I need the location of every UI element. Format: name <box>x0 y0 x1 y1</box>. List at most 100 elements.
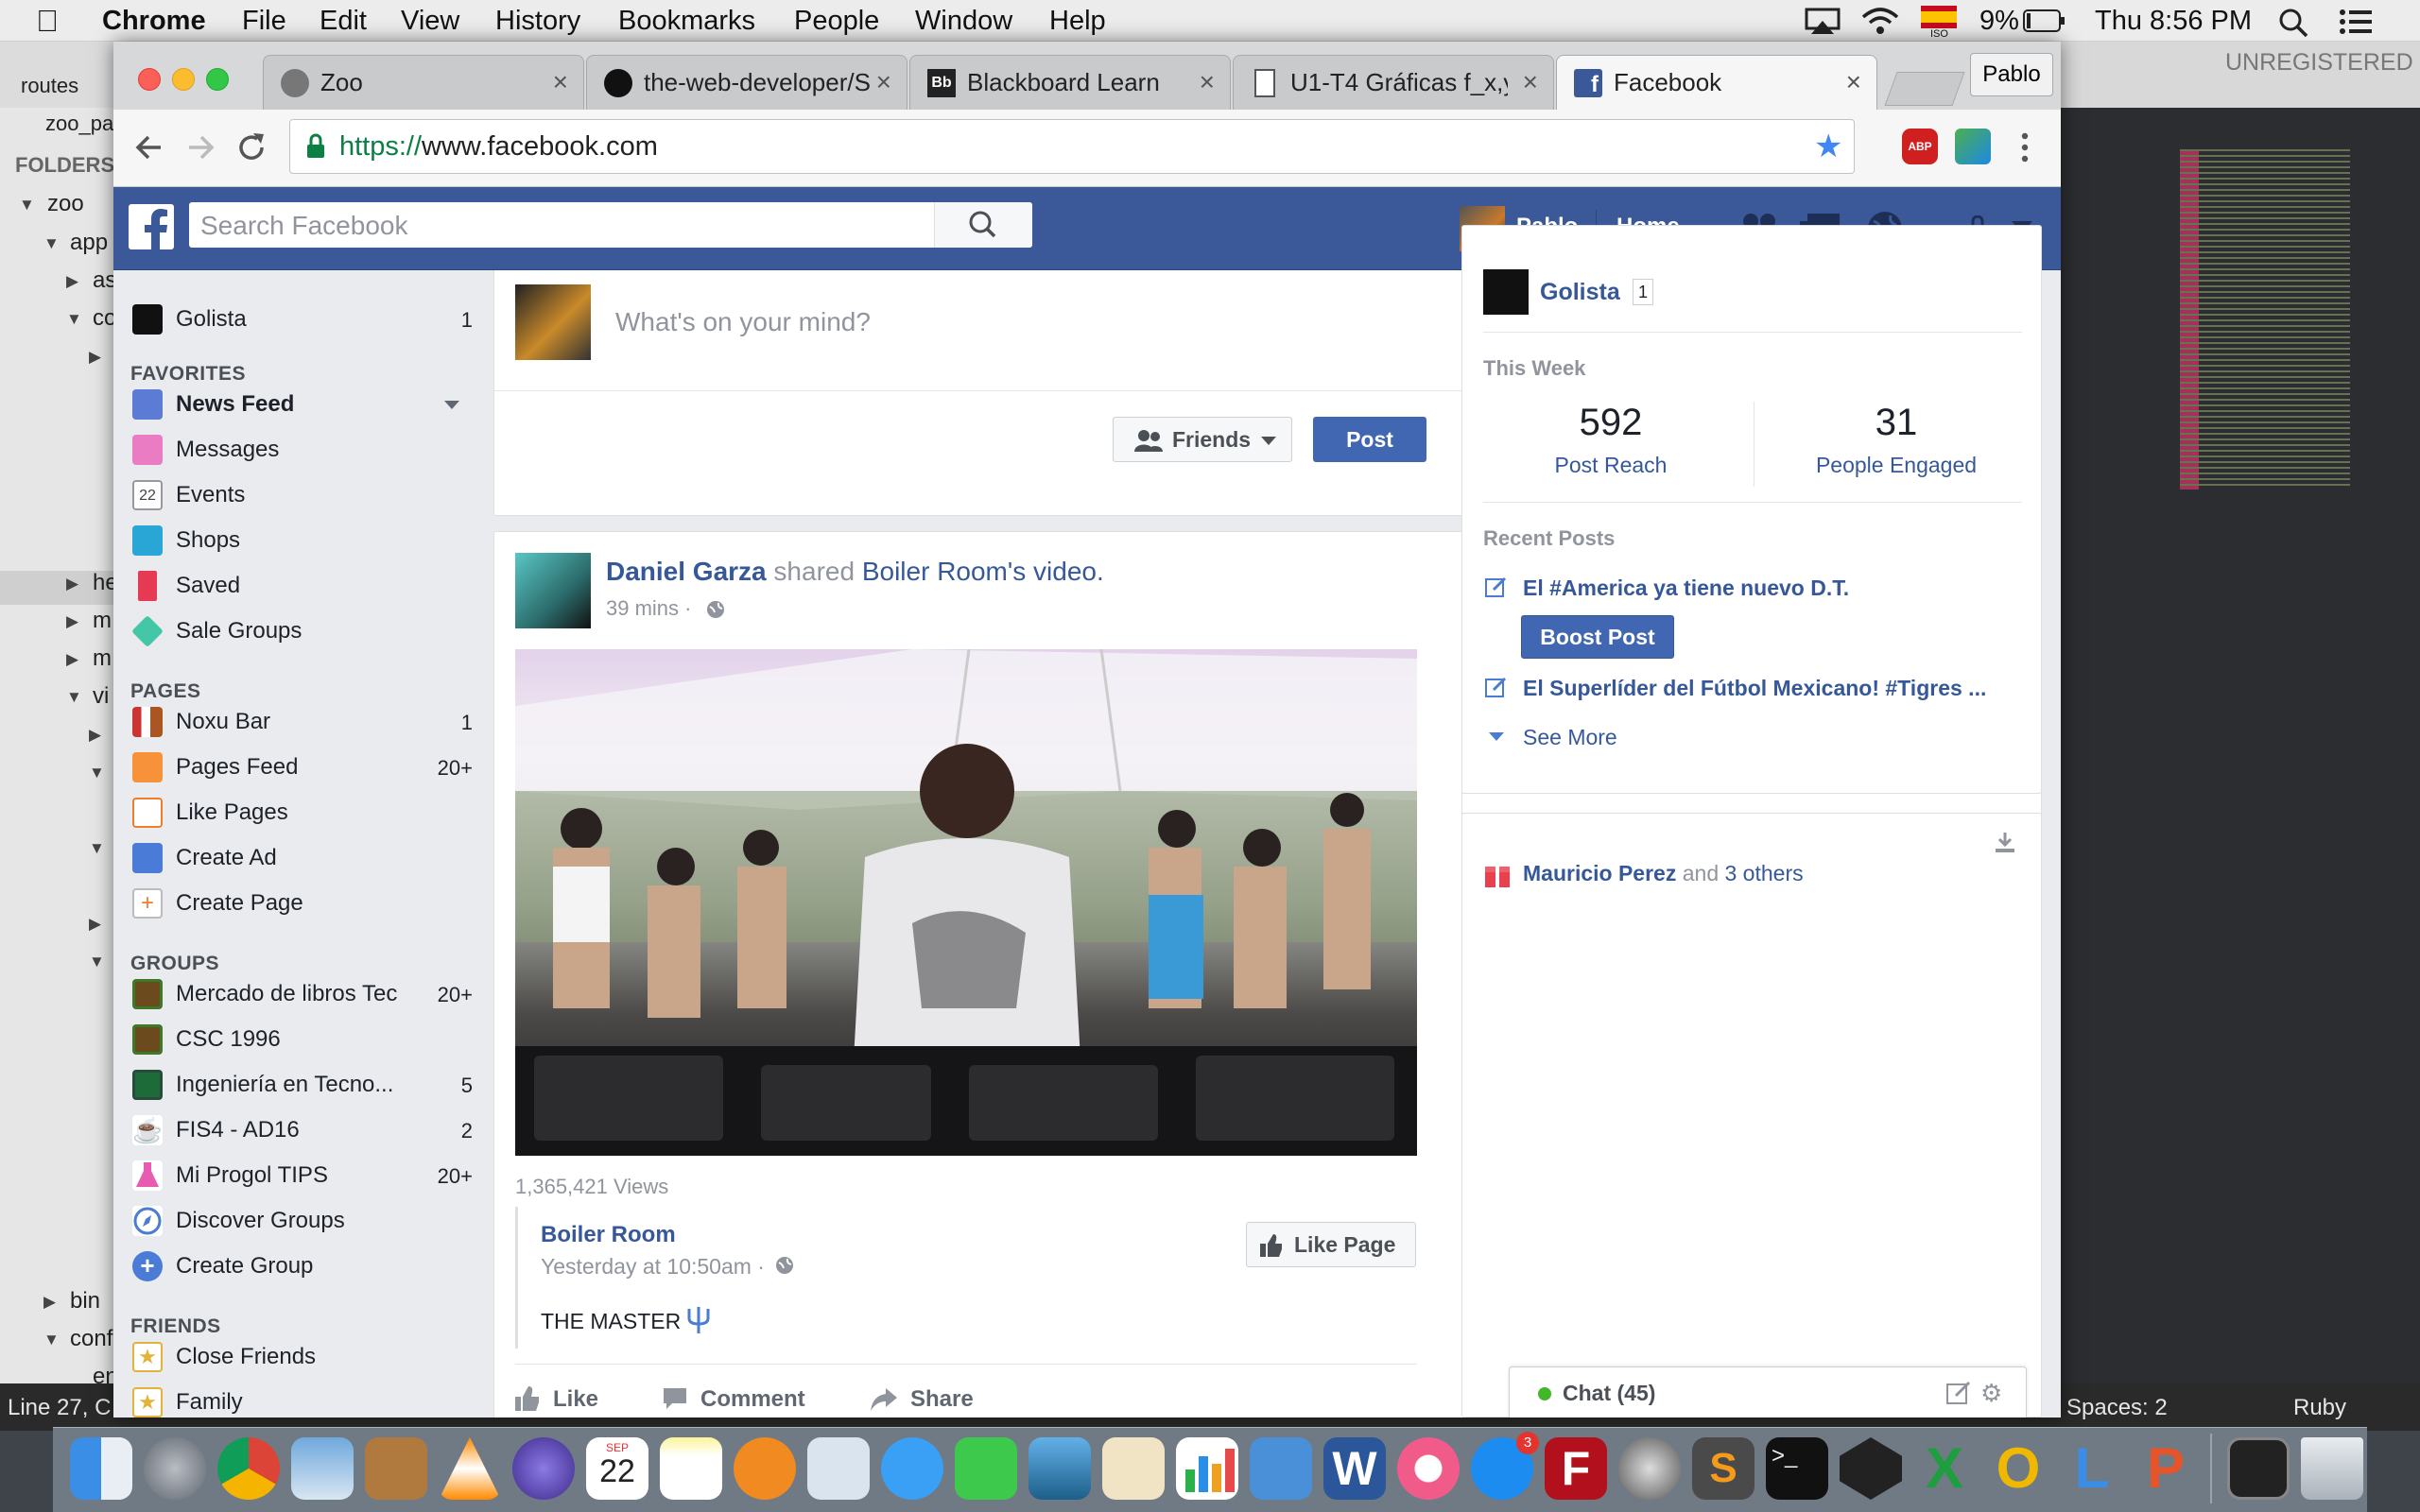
nav-close-friends[interactable]: Close Friends <box>176 1344 316 1370</box>
onenote-icon[interactable]: O <box>1987 1437 2049 1500</box>
nav-group[interactable]: Mercado de libros Tec <box>176 981 397 1007</box>
numbers-icon[interactable] <box>1176 1437 1238 1500</box>
close-tab-icon[interactable]: × <box>876 67 891 97</box>
notes-icon[interactable] <box>660 1437 722 1500</box>
nav-create-group[interactable]: Create Group <box>176 1253 313 1280</box>
minimized-window-icon[interactable] <box>2227 1437 2290 1500</box>
sublime-tab[interactable]: routes <box>21 74 78 98</box>
nav-create-page[interactable]: Create Page <box>176 890 303 917</box>
nav-group[interactable]: CSC 1996 <box>176 1026 281 1053</box>
trash-icon[interactable] <box>2301 1437 2363 1500</box>
tab-facebook[interactable]: f Facebook × <box>1556 55 1877 110</box>
chat-settings-gear-icon[interactable]: ⚙ <box>1980 1379 2002 1408</box>
chat-bar[interactable]: Chat (45) ⚙ <box>1509 1366 2027 1418</box>
post-button[interactable]: Post <box>1313 417 1426 462</box>
excel-icon[interactable]: X <box>1913 1437 1976 1500</box>
status-syntax[interactable]: Ruby <box>2293 1395 2346 1421</box>
search-button[interactable] <box>934 202 1032 248</box>
nav-saved[interactable]: Saved <box>176 573 240 599</box>
nav-group[interactable]: Mi Progol TIPS <box>176 1162 328 1189</box>
reload-icon[interactable] <box>234 130 268 164</box>
original-timestamp[interactable]: Yesterday at 10:50am · <box>541 1254 765 1280</box>
chrome-icon[interactable] <box>217 1437 280 1500</box>
calendar-icon[interactable]: SEP 22 <box>586 1437 648 1500</box>
mail-icon[interactable] <box>291 1437 354 1500</box>
nav-noxu-bar[interactable]: Noxu Bar <box>176 709 270 735</box>
address-bar[interactable]: https://www.facebook.com ★ <box>289 119 1855 174</box>
contacts-icon[interactable] <box>365 1437 427 1500</box>
tree-item[interactable]: conf <box>70 1326 112 1352</box>
tree-item[interactable]: m <box>93 645 112 672</box>
nav-sale-groups[interactable]: Sale Groups <box>176 618 302 644</box>
close-tab-icon[interactable]: × <box>1200 67 1215 97</box>
battery-icon[interactable] <box>2023 9 2066 32</box>
apple-icon[interactable]:  <box>36 4 59 38</box>
menu-bookmarks[interactable]: Bookmarks <box>618 4 755 38</box>
tree-item[interactable]: bin <box>70 1288 100 1314</box>
recent-post-link[interactable]: El Superlíder del Fútbol Mexicano! #Tigr… <box>1523 676 1986 701</box>
menu-edit[interactable]: Edit <box>320 4 367 38</box>
finder-icon[interactable] <box>70 1437 132 1500</box>
preview-icon[interactable] <box>807 1437 870 1500</box>
keynote-icon[interactable] <box>1250 1437 1312 1500</box>
tree-item[interactable]: vi <box>93 683 109 710</box>
photo-booth-icon[interactable] <box>1028 1437 1091 1500</box>
spotlight-icon[interactable] <box>2278 8 2308 38</box>
status-input[interactable]: What's on your mind? <box>615 307 871 337</box>
shared-page-link[interactable]: Boiler Room <box>862 557 1008 586</box>
insights-page-name[interactable]: Golista <box>1540 279 1620 306</box>
nav-pages-feed[interactable]: Pages Feed <box>176 754 298 781</box>
back-icon[interactable] <box>132 130 166 164</box>
close-tab-icon[interactable]: × <box>1846 67 1861 97</box>
tree-item[interactable]: app <box>70 230 108 256</box>
tab-document[interactable]: U1-T4 Gráficas f_x,y × <box>1233 55 1554 110</box>
nav-group[interactable]: Ingeniería en Tecno... <box>176 1072 393 1098</box>
zoom-window-button[interactable] <box>206 68 229 91</box>
tab-github[interactable]: the-web-developer/S × <box>586 55 908 110</box>
pages-icon[interactable] <box>1102 1437 1165 1500</box>
ibooks-icon[interactable] <box>734 1437 796 1500</box>
system-preferences-icon[interactable] <box>1618 1437 1681 1500</box>
nav-golista[interactable]: Golista <box>176 306 247 333</box>
search-input[interactable]: Search Facebook <box>200 211 407 241</box>
birthday-person-link[interactable]: Mauricio Perez <box>1523 861 1676 885</box>
tree-item[interactable]: m <box>93 608 112 634</box>
nav-events[interactable]: Events <box>176 482 245 508</box>
bookmark-star-icon[interactable]: ★ <box>1814 129 1842 163</box>
status-spaces[interactable]: Spaces: 2 <box>2066 1395 2168 1421</box>
battery-percent[interactable]: 9% <box>1979 4 2019 38</box>
news-feed-options-chevron-icon[interactable] <box>444 401 459 410</box>
see-more-link[interactable]: See More <box>1523 725 1617 750</box>
new-message-icon[interactable] <box>1946 1381 1971 1405</box>
menu-view[interactable]: View <box>401 4 459 38</box>
menu-app-name[interactable]: Chrome <box>102 4 206 38</box>
menu-history[interactable]: History <box>495 4 580 38</box>
filezilla-icon[interactable]: F <box>1545 1437 1607 1500</box>
like-page-button[interactable]: Like Page <box>1246 1222 1416 1267</box>
terminal-icon[interactable]: >_ <box>1766 1437 1828 1500</box>
nav-create-ad[interactable]: Create Ad <box>176 845 277 871</box>
story-timestamp[interactable]: 39 mins · <box>606 596 691 621</box>
video-link[interactable]: video. <box>1033 557 1104 586</box>
tab-zoo[interactable]: Zoo × <box>263 55 584 110</box>
app-store-icon[interactable]: 3 <box>1471 1432 1539 1500</box>
author-avatar[interactable] <box>515 553 591 628</box>
facebook-logo[interactable] <box>129 204 174 249</box>
chrome-menu-icon[interactable] <box>2019 130 2031 164</box>
people-engaged-link[interactable]: People Engaged <box>1769 453 2024 478</box>
itunes-icon[interactable] <box>1397 1437 1460 1500</box>
audience-selector[interactable]: Friends <box>1113 417 1292 462</box>
facetime-icon[interactable] <box>955 1437 1017 1500</box>
nav-like-pages[interactable]: Like Pages <box>176 799 288 826</box>
nav-discover-groups[interactable]: Discover Groups <box>176 1208 345 1234</box>
close-window-button[interactable] <box>138 68 161 91</box>
forward-icon[interactable] <box>183 130 217 164</box>
post-reach-link[interactable]: Post Reach <box>1483 453 1738 478</box>
author-link[interactable]: Daniel Garza <box>606 557 767 586</box>
profile-button[interactable]: Pablo <box>1970 53 2053 96</box>
boost-post-button[interactable]: Boost Post <box>1521 615 1674 659</box>
adblock-plus-icon[interactable]: ABP <box>1902 129 1938 164</box>
wifi-icon[interactable] <box>1860 6 1900 36</box>
menu-window[interactable]: Window <box>915 4 1012 38</box>
nav-group[interactable]: FIS4 - AD16 <box>176 1117 300 1143</box>
